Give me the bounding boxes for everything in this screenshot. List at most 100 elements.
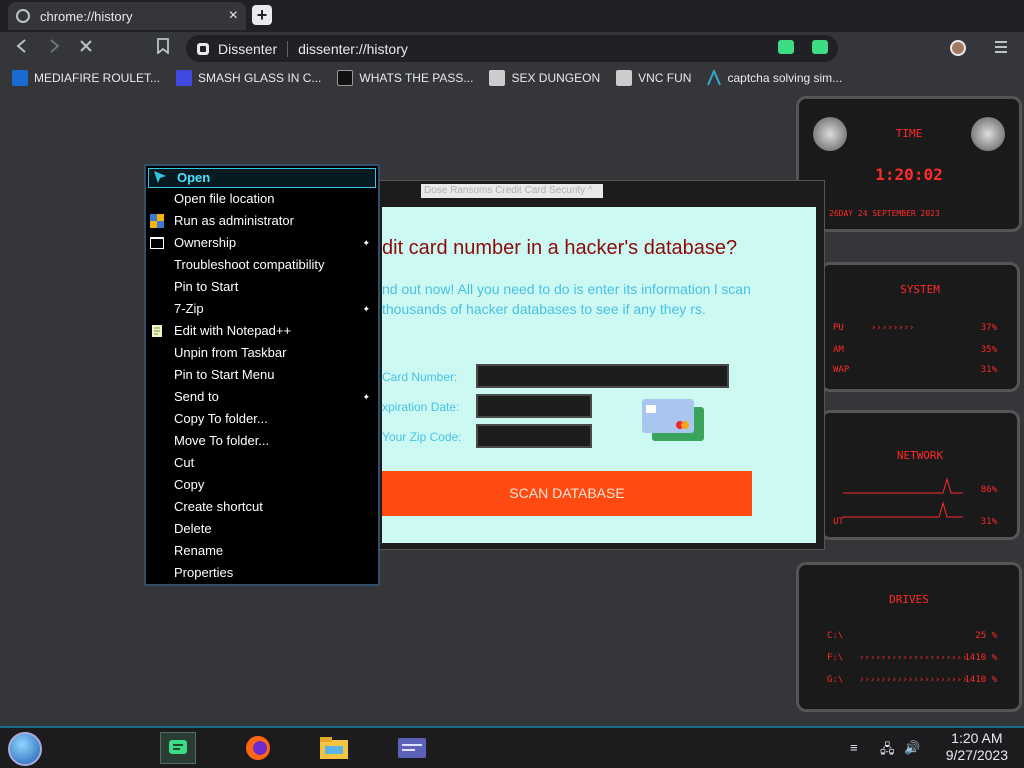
site-name: Dissenter bbox=[218, 40, 278, 57]
expiration-date-input[interactable] bbox=[476, 394, 592, 418]
taskbar-clock[interactable]: 1:20 AM 9/27/2023 bbox=[946, 730, 1008, 764]
menu-item-properties[interactable]: Properties bbox=[146, 562, 378, 584]
tab-close-button[interactable]: × bbox=[229, 7, 238, 25]
shield-icon bbox=[150, 214, 164, 228]
bookmark-item[interactable]: SEX DUNGEON bbox=[489, 70, 600, 86]
extension-chat-icon-2[interactable] bbox=[812, 40, 828, 54]
start-button[interactable] bbox=[8, 732, 42, 766]
menu-item-label: Open bbox=[177, 170, 211, 185]
network-tray-icon[interactable]: 🖧 bbox=[880, 740, 895, 762]
chat-app-icon bbox=[169, 740, 187, 754]
dialog-description: nd out now! All you need to do is enter … bbox=[382, 281, 751, 317]
menu-item-unpin-taskbar[interactable]: Unpin from Taskbar bbox=[146, 342, 378, 364]
menu-item-create-shortcut[interactable]: Create shortcut bbox=[146, 496, 378, 518]
url-text[interactable]: dissenter://history bbox=[298, 41, 408, 57]
ram-label: AM bbox=[833, 345, 844, 355]
clock-time: 1:20 AM bbox=[951, 730, 1003, 746]
dialog-title[interactable]: Dose Ransoms Credit Card Security ^ bbox=[421, 184, 603, 198]
volume-icon[interactable]: 🔊 bbox=[904, 740, 920, 756]
widget-date: 26DAY 24 SEPTEMBER 2023 bbox=[829, 209, 940, 218]
address-bar[interactable]: Dissenter dissenter://history bbox=[186, 35, 838, 62]
taskbar-file-explorer[interactable] bbox=[316, 732, 352, 764]
tab-history[interactable]: chrome://history × bbox=[8, 2, 246, 30]
menu-item-label: Rename bbox=[174, 543, 224, 558]
widget-heading: SYSTEM bbox=[900, 283, 940, 296]
menu-icon[interactable] bbox=[994, 40, 1008, 54]
site-info-icon[interactable] bbox=[196, 42, 210, 56]
menu-item-open-file-location[interactable]: Open file location bbox=[146, 188, 378, 210]
profile-avatar[interactable] bbox=[950, 40, 966, 56]
ram-value: 35% bbox=[980, 345, 997, 355]
menu-item-label: Copy bbox=[174, 477, 205, 492]
taskbar-chat-app[interactable] bbox=[160, 732, 196, 764]
bookmark-item[interactable]: SMASH GLASS IN C... bbox=[176, 70, 321, 86]
swap-label: WAP bbox=[833, 365, 850, 375]
menu-item-run-as-admin[interactable]: Run as administrator bbox=[146, 210, 378, 232]
scan-database-button[interactable]: SCAN DATABASE bbox=[382, 471, 752, 516]
bookmark-item[interactable]: captcha solving sim... bbox=[707, 70, 842, 86]
menu-item-pin-to-start[interactable]: Pin to Start bbox=[146, 276, 378, 298]
cpu-label: PU bbox=[833, 323, 844, 333]
menu-item-delete[interactable]: Delete bbox=[146, 518, 378, 540]
menu-item-pin-start-menu[interactable]: Pin to Start Menu bbox=[146, 364, 378, 386]
menu-item-rename[interactable]: Rename bbox=[146, 540, 378, 562]
extension-chat-icon[interactable] bbox=[778, 40, 794, 54]
back-icon[interactable] bbox=[14, 38, 30, 54]
card-number-input[interactable] bbox=[476, 364, 729, 388]
bookmark-label: SMASH GLASS IN C... bbox=[198, 71, 322, 85]
show-desktop-icon[interactable]: ≡ bbox=[850, 740, 858, 755]
forward-icon[interactable] bbox=[46, 38, 62, 54]
drives-widget: DRIVES C:\ 25 % F:\ ››››››››››››››››››››… bbox=[796, 562, 1022, 712]
bookmark-item[interactable]: WHATS THE PASS... bbox=[337, 70, 473, 86]
cpu-value: 37% bbox=[980, 323, 997, 333]
taskbar-firefox[interactable] bbox=[240, 732, 276, 764]
chevron-logo-icon bbox=[176, 70, 193, 86]
bookmark-item[interactable]: MEDIAFIRE ROULET... bbox=[12, 70, 160, 86]
in-value: 86% bbox=[980, 485, 997, 495]
triangle-logo-icon bbox=[707, 70, 722, 86]
firefox-icon bbox=[246, 736, 270, 760]
tab-title: chrome://history bbox=[40, 8, 133, 24]
menu-item-label: Run as administrator bbox=[174, 213, 294, 228]
menu-item-label: Create shortcut bbox=[174, 499, 263, 514]
menu-item-label: Unpin from Taskbar bbox=[174, 345, 287, 360]
menu-item-move-to-folder[interactable]: Move To folder... bbox=[146, 430, 378, 452]
bookmark-item[interactable]: VNC FUN bbox=[616, 70, 691, 86]
widget-heading: NETWORK bbox=[896, 449, 944, 462]
menu-item-troubleshoot[interactable]: Troubleshoot compatibility bbox=[146, 254, 378, 276]
bookmark-label: captcha solving sim... bbox=[727, 71, 843, 85]
bookmark-star-icon[interactable] bbox=[156, 38, 170, 54]
menu-item-edit-notepad[interactable]: Edit with Notepad++ bbox=[146, 320, 378, 342]
history-tab-icon bbox=[16, 9, 30, 23]
cube-icon bbox=[616, 70, 633, 86]
context-menu: Open Open file location Run as administr… bbox=[144, 164, 380, 586]
folder-icon bbox=[320, 737, 348, 759]
menu-item-copy[interactable]: Copy bbox=[146, 474, 378, 496]
stop-loading-icon[interactable] bbox=[78, 38, 94, 54]
taskbar-app-window[interactable] bbox=[394, 732, 430, 764]
menu-item-ownership[interactable]: Ownership ✦ bbox=[146, 232, 378, 254]
menu-item-open[interactable]: Open bbox=[148, 168, 376, 188]
zip-code-input[interactable] bbox=[476, 424, 592, 448]
drive-f-value: 1410 % bbox=[964, 653, 997, 663]
cursor-icon bbox=[154, 171, 166, 183]
drive-c-label: C:\ bbox=[827, 631, 844, 641]
submenu-arrow-icon: ✦ bbox=[362, 304, 370, 314]
scam-dialog-window[interactable]: Dose Ransoms Credit Card Security ^ dit … bbox=[375, 180, 825, 550]
drive-f-label: F:\ bbox=[827, 653, 844, 663]
bookmark-label: SEX DUNGEON bbox=[511, 71, 601, 85]
alien-head-icon bbox=[971, 117, 1005, 151]
menu-item-label: Pin to Start bbox=[174, 279, 239, 294]
drive-f-bars: ›››››››››››››››››››› bbox=[859, 653, 968, 663]
time-widget: TIME 1:20:02 26DAY 24 SEPTEMBER 2023 bbox=[796, 96, 1022, 232]
menu-item-label: Move To folder... bbox=[174, 433, 270, 448]
toolbar: Dissenter dissenter://history bbox=[0, 32, 1024, 64]
menu-item-copy-to-folder[interactable]: Copy To folder... bbox=[146, 408, 378, 430]
menu-item-cut[interactable]: Cut bbox=[146, 452, 378, 474]
menu-item-label: Send to bbox=[174, 389, 219, 404]
cube-icon bbox=[489, 70, 506, 86]
menu-item-7zip[interactable]: 7-Zip ✦ bbox=[146, 298, 378, 320]
new-tab-button[interactable]: + bbox=[252, 5, 272, 25]
menu-item-send-to[interactable]: Send to ✦ bbox=[146, 386, 378, 408]
mediafire-icon bbox=[12, 70, 28, 86]
